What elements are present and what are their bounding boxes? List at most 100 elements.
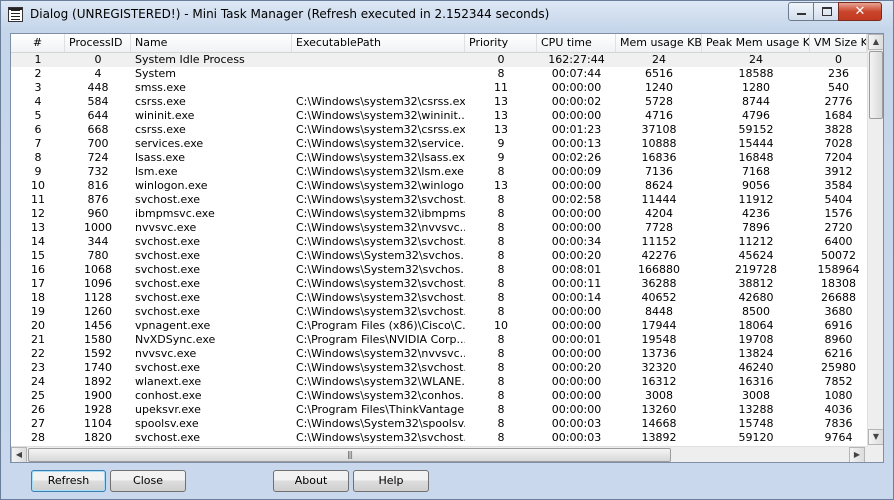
cell-priority: 8: [497, 431, 505, 444]
table-row[interactable]: 18 1128 svchost.exe C:\Windows\system32\svc…: [11, 291, 867, 305]
cell-name: svchost.exe: [135, 305, 201, 318]
cell-peakmem: 59120: [738, 431, 774, 444]
cell-cputime: 00:02:58: [551, 193, 602, 206]
cell-vmsize: 158964: [817, 263, 860, 276]
table-row[interactable]: 27 1104 spoolsv.exe C:\Windows\System32\spo…: [11, 417, 867, 431]
cell-pid: 448: [87, 81, 109, 94]
vertical-scroll-thumb[interactable]: [869, 51, 883, 119]
table-row[interactable]: 25 1900 conhost.exe C:\Windows\system32\con…: [11, 389, 867, 403]
horizontal-scrollbar[interactable]: ◀ ▶: [11, 446, 867, 462]
minimize-button[interactable]: [788, 2, 814, 21]
cell-name: svchost.exe: [135, 263, 201, 276]
about-button[interactable]: About: [273, 470, 349, 492]
column-header-mem[interactable]: Mem usage KB: [616, 34, 702, 52]
cell-path: C:\Windows\System32\spoolsv...: [296, 417, 465, 430]
cell-index: 1: [34, 53, 42, 66]
table-row[interactable]: 6 668 csrss.exe C:\Windows\system32\csrss.e…: [11, 123, 867, 137]
table-row[interactable]: 24 1892 wlanext.exe C:\Windows\system32\WLA…: [11, 375, 867, 389]
cell-pid: 1928: [84, 403, 112, 416]
cell-mem: 24: [652, 53, 666, 66]
cell-name: lsm.exe: [135, 165, 178, 178]
table-row[interactable]: 16 1068 svchost.exe C:\Windows\System32\svc…: [11, 263, 867, 277]
close-button[interactable]: Close: [110, 470, 186, 492]
cell-cputime: 00:00:00: [551, 389, 602, 402]
cell-cputime: 00:00:00: [551, 403, 602, 416]
cell-vmsize: 7028: [824, 137, 853, 150]
table-row[interactable]: 1 0 System Idle Process 0 162:27:44 24 24 0: [11, 53, 867, 67]
cell-pid: 1068: [84, 263, 112, 276]
cell-priority: 8: [497, 347, 505, 360]
cell-vmsize: 3584: [824, 179, 853, 192]
cell-path: C:\Windows\system32\svchost...: [296, 235, 465, 248]
column-header-peakmem[interactable]: Peak Mem usage KB: [702, 34, 810, 52]
cell-peakmem: 11212: [738, 235, 774, 248]
table-row[interactable]: 11 876 svchost.exe C:\Windows\system32\svch…: [11, 193, 867, 207]
close-icon: ✕: [854, 4, 866, 19]
cell-name: svchost.exe: [135, 235, 201, 248]
cell-peakmem: 8500: [742, 305, 770, 318]
refresh-button[interactable]: Refresh: [31, 470, 106, 492]
cell-peakmem: 4236: [742, 207, 770, 220]
column-header-vmsize[interactable]: VM Size KB: [810, 34, 867, 52]
table-row[interactable]: 10 816 winlogon.exe C:\Windows\system32\win…: [11, 179, 867, 193]
cell-name: wininit.exe: [135, 109, 195, 122]
column-header-index[interactable]: #: [11, 34, 65, 52]
table-row[interactable]: 7 700 services.exe C:\Windows\system32\serv…: [11, 137, 867, 151]
cell-mem: 13260: [641, 403, 677, 416]
cell-pid: 1000: [84, 221, 112, 234]
cell-pid: 960: [87, 207, 109, 220]
cell-priority: 8: [497, 193, 505, 206]
column-header-cputime[interactable]: CPU time: [537, 34, 616, 52]
cell-path: C:\Program Files\ThinkVantage...: [296, 403, 465, 416]
cell-path: [292, 67, 465, 81]
cell-pid: 1740: [84, 361, 112, 374]
main-window: Dialog (UNREGISTERED!) - Mini Task Manag…: [0, 0, 894, 500]
table-row[interactable]: 19 1260 svchost.exe C:\Windows\system32\svc…: [11, 305, 867, 319]
scroll-down-button[interactable]: ▼: [868, 429, 883, 445]
table-row[interactable]: 20 1456 vpnagent.exe C:\Program Files (x86)…: [11, 319, 867, 333]
table-row[interactable]: 23 1740 svchost.exe C:\Windows\system32\svc…: [11, 361, 867, 375]
cell-index: 13: [31, 221, 45, 234]
table-row[interactable]: 26 1928 upeksvr.exe C:\Program Files\ThinkV…: [11, 403, 867, 417]
title-bar[interactable]: Dialog (UNREGISTERED!) - Mini Task Manag…: [1, 1, 893, 29]
cell-vmsize: 236: [828, 67, 849, 80]
column-header-priority[interactable]: Priority: [465, 34, 537, 52]
cell-cputime: 00:00:03: [551, 417, 602, 430]
column-header-name[interactable]: Name: [131, 34, 292, 52]
help-button[interactable]: Help: [353, 470, 429, 492]
cell-peakmem: 46240: [738, 361, 774, 374]
maximize-button[interactable]: [813, 2, 839, 21]
table-row[interactable]: 12 960 ibmpmsvc.exe C:\Windows\system32\ibm…: [11, 207, 867, 221]
cell-name: svchost.exe: [135, 249, 201, 262]
table-row[interactable]: 21 1580 NvXDSync.exe C:\Program Files\NVIDI…: [11, 333, 867, 347]
process-list[interactable]: # ProcessID Name ExecutablePath Priority CPU …: [10, 33, 884, 463]
vertical-scrollbar[interactable]: ▲ ▼: [867, 34, 883, 446]
scroll-left-button[interactable]: ◀: [11, 447, 27, 462]
scroll-right-button[interactable]: ▶: [849, 447, 865, 462]
cell-priority: 8: [497, 333, 505, 346]
close-window-button[interactable]: ✕: [838, 2, 882, 21]
cell-path: C:\Windows\system32\svchost...: [296, 291, 465, 304]
table-row[interactable]: 8 724 lsass.exe C:\Windows\system32\lsass.e…: [11, 151, 867, 165]
table-row[interactable]: 14 344 svchost.exe C:\Windows\system32\svch…: [11, 235, 867, 249]
cell-name: svchost.exe: [135, 291, 201, 304]
table-row[interactable]: 17 1096 svchost.exe C:\Windows\system32\svc…: [11, 277, 867, 291]
table-row[interactable]: 2 4 System 8 00:07:44 6516 18588 236: [11, 67, 867, 81]
table-row[interactable]: 5 644 wininit.exe C:\Windows\system32\winin…: [11, 109, 867, 123]
table-row[interactable]: 4 584 csrss.exe C:\Windows\system32\csrss.e…: [11, 95, 867, 109]
table-row[interactable]: 28 1820 svchost.exe C:\Windows\system32\svc…: [11, 431, 867, 445]
cell-peakmem: 1280: [742, 81, 770, 94]
table-row[interactable]: 15 780 svchost.exe C:\Windows\System32\svch…: [11, 249, 867, 263]
column-header-pid[interactable]: ProcessID: [65, 34, 131, 52]
cell-priority: 13: [494, 109, 508, 122]
table-row[interactable]: 3 448 smss.exe 11 00:00:00 1240 1280 540: [11, 81, 867, 95]
cell-mem: 17944: [641, 319, 677, 332]
table-row[interactable]: 13 1000 nvvsvc.exe C:\Windows\system32\nvvs…: [11, 221, 867, 235]
column-header-path[interactable]: ExecutablePath: [292, 34, 465, 52]
scroll-up-button[interactable]: ▲: [868, 34, 883, 50]
cell-index: 6: [34, 123, 42, 136]
table-row[interactable]: 9 732 lsm.exe C:\Windows\system32\lsm.exe 8 0…: [11, 165, 867, 179]
app-list-icon[interactable]: [8, 7, 23, 22]
horizontal-scroll-thumb[interactable]: [28, 448, 671, 462]
table-row[interactable]: 22 1592 nvvsvc.exe C:\Windows\system32\nvvs…: [11, 347, 867, 361]
